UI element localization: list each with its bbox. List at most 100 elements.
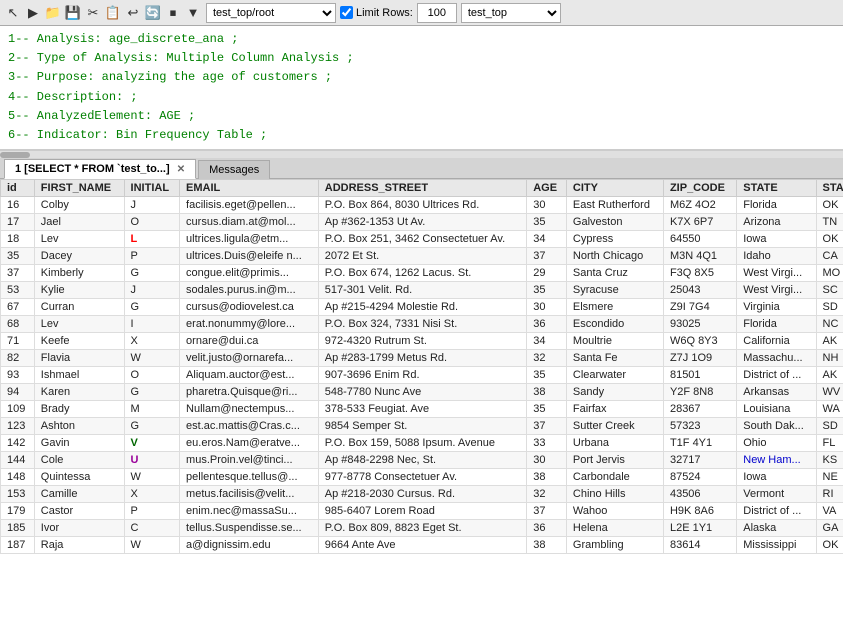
limit-rows-checkbox[interactable] [340, 6, 353, 19]
table-cell: Quintessa [34, 469, 124, 486]
cut-icon[interactable]: ✂ [84, 4, 102, 22]
table-cell: 30 [527, 299, 567, 316]
table-cell: 17 [1, 214, 35, 231]
cursor-icon[interactable]: ↖ [4, 4, 22, 22]
table-cell: G [124, 384, 180, 401]
table-cell: 28367 [663, 401, 736, 418]
stop-icon[interactable]: ⏹ [164, 4, 182, 22]
sql-editor[interactable]: 1-- Analysis: age_discrete_ana ; 2-- Typ… [0, 26, 843, 150]
undo-icon[interactable]: ↩ [124, 4, 142, 22]
table-cell: tellus.Suspendisse.se... [180, 520, 319, 537]
table-cell: 985-6407 Lorem Road [318, 503, 526, 520]
col-header-id[interactable]: id [1, 180, 35, 197]
table-cell: Massachu... [737, 350, 816, 367]
table-cell: Virginia [737, 299, 816, 316]
table-cell: 83614 [663, 537, 736, 554]
table-cell: 25043 [663, 282, 736, 299]
table-cell: ornare@dui.ca [180, 333, 319, 350]
tab-messages[interactable]: Messages [198, 160, 270, 179]
table-cell: J [124, 197, 180, 214]
table-cell: Dacey [34, 248, 124, 265]
copy-icon[interactable]: 📋 [104, 4, 122, 22]
open-icon[interactable]: 📁 [44, 4, 62, 22]
table-cell: OK [816, 231, 843, 248]
table-cell: Carbondale [566, 469, 663, 486]
editor-scrollbar[interactable] [0, 150, 843, 158]
col-header-email[interactable]: EMAIL [180, 180, 319, 197]
table-cell: 37 [527, 503, 567, 520]
table-row: 148QuintessaWpellentesque.tellus@...977-… [1, 469, 843, 486]
table-cell: Brady [34, 401, 124, 418]
table-cell: Ohio [737, 435, 816, 452]
table-cell: Castor [34, 503, 124, 520]
table-row: 16ColbyJfacilisis.eget@pellen...P.O. Box… [1, 197, 843, 214]
table-cell: 38 [527, 537, 567, 554]
table-cell: California [737, 333, 816, 350]
col-header-first-name[interactable]: FIRST_NAME [34, 180, 124, 197]
run-icon[interactable]: ▶ [24, 4, 42, 22]
table-cell: Flavia [34, 350, 124, 367]
table-cell: Moultrie [566, 333, 663, 350]
table-row: 71KeefeXornare@dui.ca972-4320 Rutrum St.… [1, 333, 843, 350]
table-row: 153CamilleXmetus.facilisis@velit...Ap #2… [1, 486, 843, 503]
table-cell: cursus@odiovelest.ca [180, 299, 319, 316]
table-cell: sodales.purus.in@m... [180, 282, 319, 299]
table-cell: 35 [527, 401, 567, 418]
table-cell: Z9I 7G4 [663, 299, 736, 316]
table-cell: P.O. Box 324, 7331 Nisi St. [318, 316, 526, 333]
table-cell: Ap #215-4294 Molestie Rd. [318, 299, 526, 316]
table-cell: Mississippi [737, 537, 816, 554]
table-cell: 35 [527, 214, 567, 231]
table-row: 35DaceyPultrices.Duis@eleife n...2072 Et… [1, 248, 843, 265]
table-cell: P.O. Box 674, 1262 Lacus. St. [318, 265, 526, 282]
table-cell: M [124, 401, 180, 418]
refresh-icon[interactable]: 🔄 [144, 4, 162, 22]
table-cell: I [124, 316, 180, 333]
table-row: 109BradyMNullam@nectempus...378-533 Feug… [1, 401, 843, 418]
save-icon[interactable]: 💾 [64, 4, 82, 22]
col-header-address[interactable]: ADDRESS_STREET [318, 180, 526, 197]
table-cell: District of ... [737, 503, 816, 520]
results-table-container[interactable]: id FIRST_NAME INITIAL EMAIL ADDRESS_STRE… [0, 179, 843, 617]
table-row: 67CurranGcursus@odiovelest.caAp #215-429… [1, 299, 843, 316]
table-cell: MO [816, 265, 843, 282]
sql-line-3: 3-- Purpose: analyzing the age of custom… [8, 68, 835, 87]
col-header-state-sho[interactable]: STATE_SHO [816, 180, 843, 197]
table-cell: velit.justo@ornarefa... [180, 350, 319, 367]
col-header-state[interactable]: STATE [737, 180, 816, 197]
col-header-zip[interactable]: ZIP_CODE [663, 180, 736, 197]
table-cell: 9664 Ante Ave [318, 537, 526, 554]
table-row: 94KarenGpharetra.Quisque@ri...548-7780 N… [1, 384, 843, 401]
table-cell: Ap #362-1353 Ut Av. [318, 214, 526, 231]
table-cell: 37 [1, 265, 35, 282]
schema-select[interactable]: test_top/root [206, 3, 336, 23]
table-cell: Arkansas [737, 384, 816, 401]
dropdown-arrow-icon[interactable]: ▼ [184, 4, 202, 22]
table-cell: Florida [737, 316, 816, 333]
table-cell: Chino Hills [566, 486, 663, 503]
table-cell: 35 [527, 282, 567, 299]
table-cell: Wahoo [566, 503, 663, 520]
col-header-age[interactable]: AGE [527, 180, 567, 197]
db-select[interactable]: test_top [461, 3, 561, 23]
table-cell: 29 [527, 265, 567, 282]
table-cell: 2072 Et St. [318, 248, 526, 265]
table-cell: 35 [1, 248, 35, 265]
table-row: 187RajaWa@dignissim.edu9664 Ante Ave38Gr… [1, 537, 843, 554]
table-cell: 142 [1, 435, 35, 452]
table-cell: 517-301 Velit. Rd. [318, 282, 526, 299]
table-cell: OK [816, 197, 843, 214]
table-cell: 378-533 Feugiat. Ave [318, 401, 526, 418]
table-row: 179CastorPenim.nec@massaSu...985-6407 Lo… [1, 503, 843, 520]
table-cell: 53 [1, 282, 35, 299]
table-cell: Sandy [566, 384, 663, 401]
table-cell: enim.nec@massaSu... [180, 503, 319, 520]
table-cell: congue.elit@primis... [180, 265, 319, 282]
limit-rows-input[interactable] [417, 3, 457, 23]
tab-results[interactable]: 1 [SELECT * FROM `test_to...] ✕ [4, 159, 196, 179]
col-header-initial[interactable]: INITIAL [124, 180, 180, 197]
table-cell: 68 [1, 316, 35, 333]
tab-close-icon[interactable]: ✕ [177, 164, 185, 175]
table-cell: Sutter Creek [566, 418, 663, 435]
col-header-city[interactable]: CITY [566, 180, 663, 197]
